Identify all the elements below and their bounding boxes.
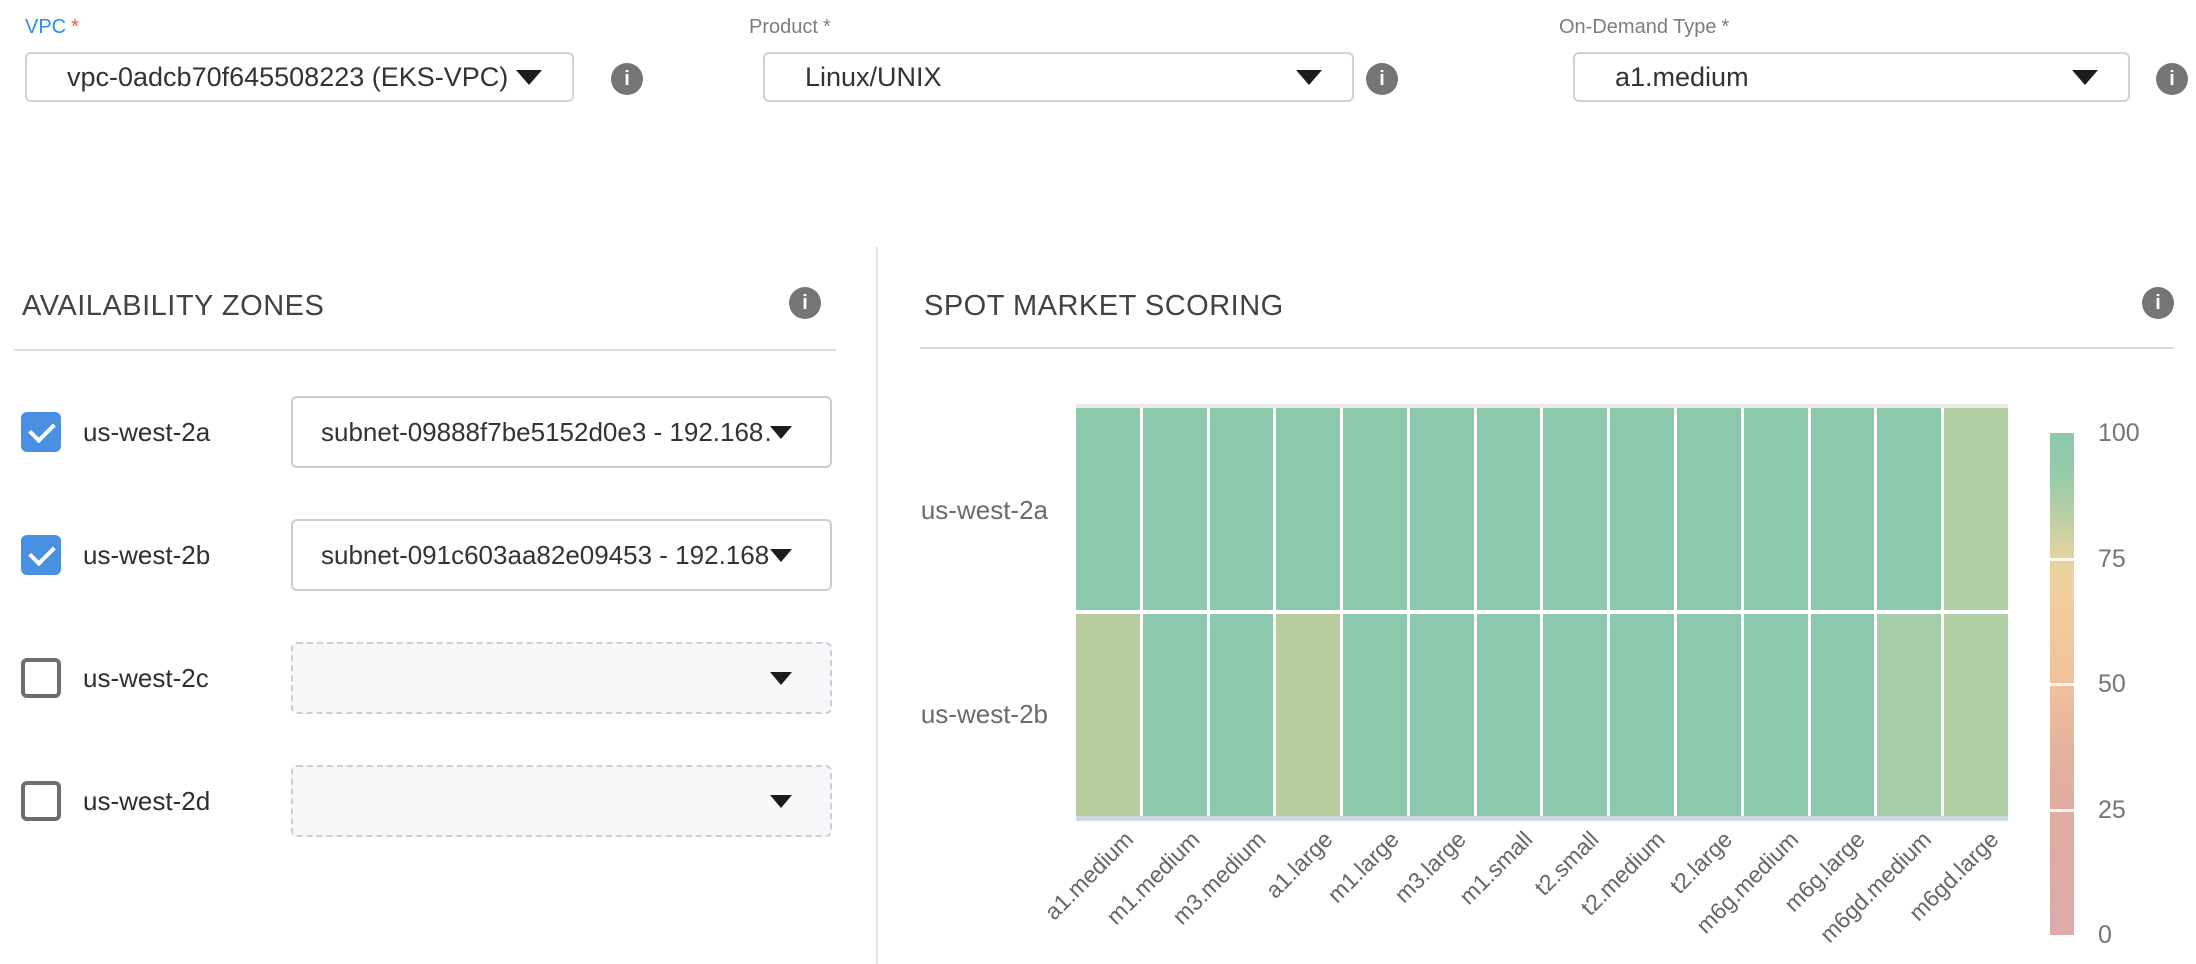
heatmap-column-label-text: m1.small bbox=[1454, 826, 1538, 910]
heatmap-row-label-us-west-2b: us-west-2b bbox=[838, 699, 1048, 730]
color-scale-label-75: 75 bbox=[2098, 545, 2178, 573]
az-row: us-west-2c bbox=[0, 642, 876, 714]
heatmap-cell-us-west-2a-m3.large[interactable] bbox=[1410, 408, 1474, 610]
info-icon[interactable]: i bbox=[2142, 287, 2174, 319]
product-select-value: Linux/UNIX bbox=[805, 62, 942, 93]
dropdown-arrow-icon bbox=[516, 70, 542, 85]
heatmap-cell-us-west-2a-m6gd.large[interactable] bbox=[1944, 408, 2008, 610]
heatmap-cell-us-west-2a-a1.large[interactable] bbox=[1276, 408, 1340, 610]
color-scale-label-100: 100 bbox=[2098, 419, 2178, 447]
subnet-select-value: subnet-091c603aa82e09453 - 192.168… bbox=[321, 540, 770, 571]
heatmap-cell-us-west-2b-m1.large[interactable] bbox=[1343, 614, 1407, 816]
on-demand-type-select[interactable]: a1.medium bbox=[1573, 52, 2130, 102]
az-row: us-west-2d bbox=[0, 765, 876, 837]
heatmap-cell-us-west-2b-m6g.large[interactable] bbox=[1811, 614, 1875, 816]
az-row: us-west-2a subnet-09888f7be5152d0e3 - 19… bbox=[0, 396, 876, 468]
on-demand-type-select-value: a1.medium bbox=[1615, 62, 1749, 93]
subnet-select-value: subnet-09888f7be5152d0e3 - 192.168… bbox=[321, 417, 770, 448]
spot-market-scoring-title: SPOT MARKET SCORING bbox=[924, 290, 1284, 323]
on-demand-type-label-text: On-Demand Type bbox=[1559, 16, 1717, 38]
dropdown-arrow-icon bbox=[770, 426, 792, 439]
subnet-select-us-west-2b[interactable]: subnet-091c603aa82e09453 - 192.168… bbox=[291, 519, 832, 591]
az-zone-label: us-west-2d bbox=[83, 765, 210, 837]
heatmap-axis-line bbox=[1076, 816, 2008, 821]
subnet-select-us-west-2c[interactable] bbox=[291, 642, 832, 714]
vpc-label-text: VPC bbox=[25, 16, 66, 38]
heatmap-cell-us-west-2a-m6g.medium[interactable] bbox=[1744, 408, 1808, 610]
product-label-text: Product bbox=[749, 16, 818, 38]
color-scale-label-25: 25 bbox=[2098, 796, 2178, 824]
section-divider bbox=[920, 347, 2174, 349]
dropdown-arrow-icon bbox=[770, 795, 792, 808]
heatmap-cell-us-west-2a-t2.medium[interactable] bbox=[1610, 408, 1674, 610]
heatmap-cell-us-west-2b-m1.small[interactable] bbox=[1477, 614, 1541, 816]
heatmap-column-label-text: m1.large bbox=[1322, 826, 1404, 908]
panel-divider bbox=[876, 247, 878, 964]
product-label: Product* bbox=[749, 16, 831, 39]
heatmap-cell-us-west-2b-m6g.medium[interactable] bbox=[1744, 614, 1808, 816]
dropdown-arrow-icon bbox=[770, 549, 792, 562]
az-zone-label: us-west-2b bbox=[83, 519, 210, 591]
info-icon[interactable]: i bbox=[2156, 63, 2188, 95]
heatmap-cell-us-west-2b-t2.large[interactable] bbox=[1677, 614, 1741, 816]
heatmap-cell-us-west-2a-m1.large[interactable] bbox=[1343, 408, 1407, 610]
heatmap-cell-us-west-2b-m3.medium[interactable] bbox=[1210, 614, 1274, 816]
dropdown-arrow-icon bbox=[2072, 70, 2098, 85]
heatmap-cell-us-west-2a-t2.large[interactable] bbox=[1677, 408, 1741, 610]
section-divider bbox=[14, 349, 836, 351]
on-demand-type-label: On-Demand Type* bbox=[1559, 16, 1729, 39]
vpc-label: VPC* bbox=[25, 16, 79, 39]
heatmap-cell-us-west-2b-a1.medium[interactable] bbox=[1076, 614, 1140, 816]
az-zone-label: us-west-2c bbox=[83, 642, 209, 714]
heatmap-grid bbox=[1076, 408, 2008, 816]
subnet-select-us-west-2a[interactable]: subnet-09888f7be5152d0e3 - 192.168… bbox=[291, 396, 832, 468]
page: VPC* vpc-0adcb70f645508223 (EKS-VPC) i P… bbox=[0, 0, 2196, 964]
color-scale-label-0: 0 bbox=[2098, 921, 2178, 949]
heatmap-cell-us-west-2b-m3.large[interactable] bbox=[1410, 614, 1474, 816]
product-select[interactable]: Linux/UNIX bbox=[763, 52, 1354, 102]
availability-zones-title: AVAILABILITY ZONES bbox=[22, 290, 324, 323]
required-asterisk: * bbox=[71, 16, 79, 38]
color-scale-tick bbox=[2050, 809, 2074, 812]
dropdown-arrow-icon bbox=[770, 672, 792, 685]
color-scale-bar bbox=[2050, 433, 2074, 935]
subnet-select-us-west-2d[interactable] bbox=[291, 765, 832, 837]
az-checkbox-us-west-2c[interactable] bbox=[21, 658, 61, 698]
heatmap-cell-us-west-2b-m1.medium[interactable] bbox=[1143, 614, 1207, 816]
az-row: us-west-2b subnet-091c603aa82e09453 - 19… bbox=[0, 519, 876, 591]
info-icon[interactable]: i bbox=[611, 63, 643, 95]
info-icon[interactable]: i bbox=[1366, 63, 1398, 95]
az-checkbox-us-west-2d[interactable] bbox=[21, 781, 61, 821]
info-icon[interactable]: i bbox=[789, 287, 821, 319]
vpc-select[interactable]: vpc-0adcb70f645508223 (EKS-VPC) bbox=[25, 52, 574, 102]
heatmap-cell-us-west-2a-a1.medium[interactable] bbox=[1076, 408, 1140, 610]
required-asterisk: * bbox=[1722, 16, 1730, 38]
az-checkbox-us-west-2b[interactable] bbox=[21, 535, 61, 575]
heatmap-cell-us-west-2a-m6g.large[interactable] bbox=[1811, 408, 1875, 610]
color-scale-tick bbox=[2050, 558, 2074, 561]
heatmap-cell-us-west-2b-m6gd.medium[interactable] bbox=[1877, 614, 1941, 816]
heatmap-cell-us-west-2b-t2.small[interactable] bbox=[1543, 614, 1607, 816]
dropdown-arrow-icon bbox=[1296, 70, 1322, 85]
heatmap-cell-us-west-2b-m6gd.large[interactable] bbox=[1944, 614, 2008, 816]
color-scale-label-50: 50 bbox=[2098, 670, 2178, 698]
heatmap-cell-us-west-2a-m3.medium[interactable] bbox=[1210, 408, 1274, 610]
heatmap-cell-us-west-2b-t2.medium[interactable] bbox=[1610, 614, 1674, 816]
heatmap-cell-us-west-2a-m1.small[interactable] bbox=[1477, 408, 1541, 610]
color-scale-tick bbox=[2050, 683, 2074, 686]
heatmap-cell-us-west-2b-a1.large[interactable] bbox=[1276, 614, 1340, 816]
az-checkbox-us-west-2a[interactable] bbox=[21, 412, 61, 452]
heatmap-cell-us-west-2a-m6gd.medium[interactable] bbox=[1877, 408, 1941, 610]
required-asterisk: * bbox=[823, 16, 831, 38]
heatmap-row-label-us-west-2a: us-west-2a bbox=[838, 495, 1048, 526]
az-zone-label: us-west-2a bbox=[83, 396, 210, 468]
vpc-select-value: vpc-0adcb70f645508223 (EKS-VPC) bbox=[67, 62, 508, 93]
heatmap-cell-us-west-2a-t2.small[interactable] bbox=[1543, 408, 1607, 610]
heatmap-cell-us-west-2a-m1.medium[interactable] bbox=[1143, 408, 1207, 610]
